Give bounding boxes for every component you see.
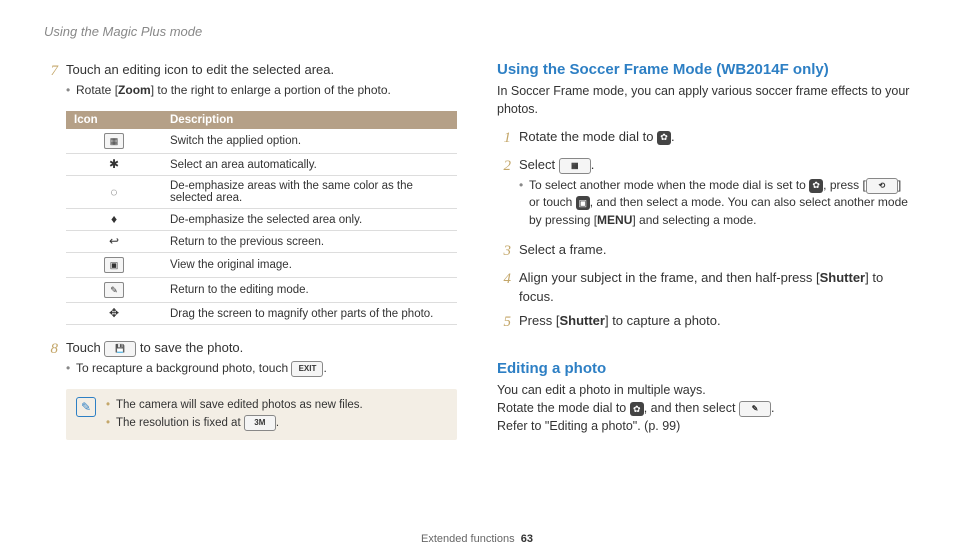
page-number: 63 [521, 533, 533, 545]
step-3: 3 Select a frame. [497, 241, 910, 263]
switch-option-icon: ▦ [104, 133, 124, 149]
table-header-desc: Description [162, 111, 457, 129]
step-4: 4 Align your subject in the frame, and t… [497, 269, 910, 307]
step-2: 2 Select ▦. To select another mode when … [497, 156, 910, 235]
note-box: ✎ The camera will save edited photos as … [66, 389, 457, 440]
step-5: 5 Press [Shutter] to capture a photo. [497, 312, 910, 334]
table-row: ✱Select an area automatically. [66, 154, 457, 176]
section-heading-soccer: Using the Soccer Frame Mode (WB2014F onl… [497, 61, 910, 78]
mode-dial-icon: ✿ [630, 402, 644, 416]
note-line: The resolution is fixed at 3M. [106, 415, 363, 432]
left-column: 7 Touch an editing icon to edit the sele… [44, 61, 457, 446]
deemphasize-area-icon: ♦ [111, 212, 117, 226]
page-header: Using the Magic Plus mode [44, 24, 910, 39]
table-row: ✎Return to the editing mode. [66, 278, 457, 303]
table-row: ◌De-emphasize areas with the same color … [66, 176, 457, 209]
step-sub: To select another mode when the mode dia… [519, 177, 910, 229]
step-number: 7 [44, 61, 58, 105]
return-previous-icon: ↩ [109, 234, 119, 248]
resolution-badge: 3M [244, 415, 276, 431]
drag-magnify-icon: ✥ [109, 306, 119, 320]
return-editing-icon: ✎ [104, 282, 124, 298]
mode-dial-icon: ✿ [809, 179, 823, 193]
mode-dial-icon: ✿ [657, 131, 671, 145]
menu-badge: MENU [597, 213, 632, 227]
step-7: 7 Touch an editing icon to edit the sele… [44, 61, 457, 105]
table-row: ✥Drag the screen to magnify other parts … [66, 303, 457, 325]
step-1: 1 Rotate the mode dial to ✿. [497, 128, 910, 150]
table-row: ↩Return to the previous screen. [66, 231, 457, 253]
back-badge: ⟲ [866, 178, 898, 194]
edit-icon: ✎ [739, 401, 771, 417]
note-line: The camera will save edited photos as ne… [106, 397, 363, 414]
step-8: 8 Touch 💾 to save the photo. To recaptur… [44, 339, 457, 383]
table-row: ▣View the original image. [66, 253, 457, 278]
right-column: Using the Soccer Frame Mode (WB2014F onl… [497, 61, 910, 446]
step-sub: Rotate [Zoom] to the right to enlarge a … [66, 82, 457, 99]
table-row: ▦Switch the applied option. [66, 129, 457, 154]
deemphasize-color-icon: ◌ [110, 185, 117, 199]
table-row: ♦De-emphasize the selected area only. [66, 209, 457, 231]
home-icon: ▣ [576, 196, 590, 210]
note-icon: ✎ [76, 397, 96, 417]
section-heading-editing: Editing a photo [497, 360, 910, 377]
auto-select-icon: ✱ [109, 157, 119, 171]
step-number: 8 [44, 339, 58, 383]
step-sub: To recapture a background photo, touch E… [66, 360, 457, 377]
select-icon: ▦ [559, 158, 591, 174]
exit-badge: EXIT [291, 361, 323, 377]
section-intro: In Soccer Frame mode, you can apply vari… [497, 82, 910, 118]
step-text: Touch an editing icon to edit the select… [66, 62, 334, 77]
editing-intro: You can edit a photo in multiple ways. R… [497, 381, 910, 435]
table-header-icon: Icon [66, 111, 162, 129]
view-original-icon: ▣ [104, 257, 124, 273]
page-footer: Extended functions 63 [0, 533, 954, 545]
save-icon: 💾 [104, 341, 136, 357]
icon-table: Icon Description ▦Switch the applied opt… [66, 111, 457, 325]
